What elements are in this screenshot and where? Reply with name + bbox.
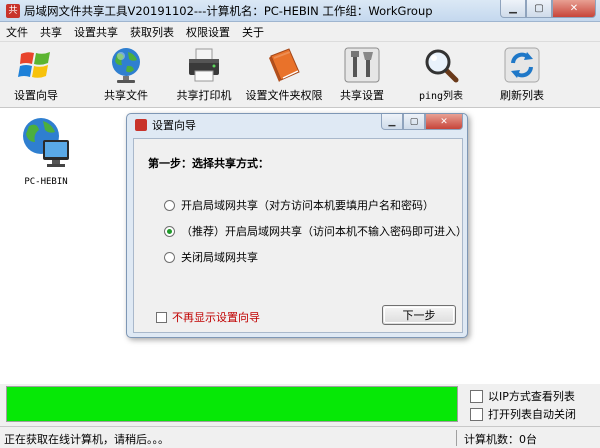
checkbox-box[interactable] bbox=[470, 407, 483, 421]
computer-name: PC-HEBIN bbox=[24, 177, 68, 187]
dialog-app-icon bbox=[135, 119, 147, 131]
radio-button[interactable] bbox=[164, 251, 175, 263]
menu-get-list[interactable]: 获取列表 bbox=[124, 24, 180, 40]
view-by-ip-checkbox[interactable]: 以IP方式查看列表 bbox=[470, 388, 575, 404]
view-by-ip-label: 以IP方式查看列表 bbox=[488, 390, 575, 403]
close-button[interactable]: ✕ bbox=[552, 0, 596, 18]
minimize-button[interactable]: ▁ bbox=[500, 0, 526, 18]
option-share-no-password[interactable]: （推荐）开启局域网共享（访问本机不输入密码即可进入） bbox=[164, 223, 467, 239]
dialog-maximize-button[interactable]: ▢ bbox=[403, 114, 425, 130]
option-label: （推荐）开启局域网共享（访问本机不输入密码即可进入） bbox=[181, 225, 467, 238]
wizard-button[interactable]: 设置向导 bbox=[4, 46, 68, 106]
dont-show-again-checkbox[interactable]: 不再显示设置向导 bbox=[156, 309, 260, 325]
share-settings-label: 共享设置 bbox=[340, 89, 384, 102]
menu-set-share[interactable]: 设置共享 bbox=[68, 24, 124, 40]
printer-icon bbox=[185, 46, 223, 84]
status-message: 正在获取在线计算机，请稍后。。。 bbox=[4, 433, 169, 446]
title-bar: 共 局域网文件共享工具V20191102---计算机名：PC-HEBIN 工作组… bbox=[0, 0, 600, 22]
app-icon: 共 bbox=[6, 3, 20, 18]
refresh-list-label: 刷新列表 bbox=[500, 89, 544, 102]
checkbox-box[interactable] bbox=[156, 311, 167, 323]
menu-about[interactable]: 关于 bbox=[236, 24, 270, 40]
dialog-minimize-button[interactable]: ▁ bbox=[381, 114, 403, 130]
computer-count: 计算机数：0台 bbox=[464, 433, 537, 446]
maximize-button[interactable]: ▢ bbox=[526, 0, 552, 18]
checkbox-box[interactable] bbox=[470, 389, 483, 403]
next-step-label: 下一步 bbox=[402, 309, 436, 322]
progress-fill bbox=[7, 387, 457, 421]
option-disable-share[interactable]: 关闭局域网共享 bbox=[164, 249, 258, 265]
ping-list-label: ping列表 bbox=[418, 91, 464, 102]
ping-list-button[interactable]: ping列表 bbox=[412, 46, 470, 106]
radio-button[interactable] bbox=[164, 199, 175, 211]
dialog-title-bar: 设置向导 ▁ ▢ ✕ bbox=[127, 114, 467, 136]
auto-close-label: 打开列表自动关闭 bbox=[488, 408, 576, 421]
share-printer-button[interactable]: 共享打印机 bbox=[172, 46, 236, 106]
bottom-panel: 以IP方式查看列表 打开列表自动关闭 bbox=[0, 384, 600, 426]
refresh-icon bbox=[503, 46, 541, 84]
share-file-label: 共享文件 bbox=[104, 89, 148, 102]
setup-wizard-dialog: 设置向导 ▁ ▢ ✕ 第一步：选择共享方式： 开启局域网共享（对方访问本机要填用… bbox=[126, 113, 468, 338]
windows-logo-icon bbox=[17, 46, 55, 84]
share-settings-button[interactable]: 共享设置 bbox=[334, 46, 390, 106]
status-separator bbox=[456, 430, 457, 446]
refresh-list-button[interactable]: 刷新列表 bbox=[492, 46, 552, 106]
option-share-with-password[interactable]: 开启局域网共享（对方访问本机要填用户名和密码） bbox=[164, 197, 434, 213]
dialog-title: 设置向导 bbox=[152, 119, 196, 132]
magnifier-icon bbox=[422, 46, 460, 84]
maximize-icon: ▢ bbox=[534, 3, 544, 14]
step-title: 第一步：选择共享方式： bbox=[148, 157, 269, 170]
radio-button-selected[interactable] bbox=[164, 225, 175, 237]
window-controls: ▁ ▢ ✕ bbox=[500, 0, 596, 18]
wizard-label: 设置向导 bbox=[14, 89, 58, 102]
status-bar: 正在获取在线计算机，请稍后。。。 计算机数：0台 bbox=[0, 426, 600, 448]
folder-permissions-label: 设置文件夹权限 bbox=[245, 89, 323, 102]
option-label: 开启局域网共享（对方访问本机要填用户名和密码） bbox=[181, 199, 434, 212]
globe-icon bbox=[107, 46, 145, 84]
window-title: 局域网文件共享工具V20191102---计算机名：PC-HEBIN 工作组：W… bbox=[24, 3, 433, 18]
dont-show-again-label: 不再显示设置向导 bbox=[172, 311, 260, 324]
dialog-body: 第一步：选择共享方式： 开启局域网共享（对方访问本机要填用户名和密码） （推荐）… bbox=[133, 138, 467, 333]
menu-permissions[interactable]: 权限设置 bbox=[180, 24, 236, 40]
dialog-close-button[interactable]: ✕ bbox=[425, 114, 463, 130]
folder-permissions-button[interactable]: 设置文件夹权限 bbox=[244, 46, 324, 106]
menu-bar: 文件 共享 设置共享 获取列表 权限设置 关于 bbox=[0, 22, 600, 42]
share-file-button[interactable]: 共享文件 bbox=[96, 46, 156, 106]
minimize-icon: ▁ bbox=[388, 116, 396, 127]
menu-share[interactable]: 共享 bbox=[34, 24, 68, 40]
dialog-window-controls: ▁ ▢ ✕ bbox=[381, 114, 463, 130]
menu-file[interactable]: 文件 bbox=[0, 24, 34, 40]
next-step-button[interactable]: 下一步 bbox=[382, 305, 456, 325]
tools-icon bbox=[343, 46, 381, 84]
toolbar: 设置向导 共享文件 共享打印机 设置文件夹权限 共享设置 ping列表 刷新列表 bbox=[0, 42, 600, 108]
network-computer-icon bbox=[23, 118, 69, 167]
share-printer-label: 共享打印机 bbox=[176, 89, 232, 102]
minimize-icon: ▁ bbox=[509, 3, 517, 14]
close-icon: ✕ bbox=[569, 3, 579, 14]
book-icon bbox=[265, 46, 303, 84]
computer-item[interactable]: PC-HEBIN bbox=[16, 116, 76, 187]
progress-bar bbox=[6, 386, 458, 422]
option-label: 关闭局域网共享 bbox=[181, 251, 258, 264]
auto-close-checkbox[interactable]: 打开列表自动关闭 bbox=[470, 406, 576, 422]
close-icon: ✕ bbox=[440, 116, 448, 127]
maximize-icon: ▢ bbox=[409, 116, 419, 127]
